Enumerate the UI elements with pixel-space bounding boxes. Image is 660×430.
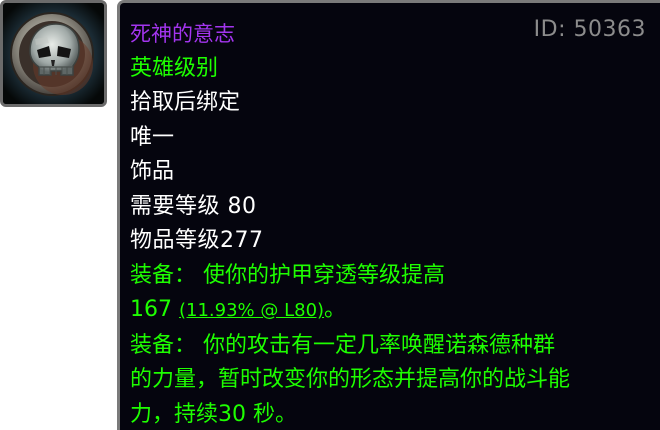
effect-armor-pen-line1: 装备： 使你的护甲穿透等级提高 (130, 262, 445, 288)
item-tooltip: 死神的意志 ID: 50363 英雄级别 拾取后绑定 唯一 饰品 需要等级 80… (117, 0, 660, 430)
item-binding: 拾取后绑定 (130, 90, 241, 115)
tooltip-header: 死神的意志 ID: 50363 (130, 17, 650, 52)
item-required-level: 需要等级 80 (130, 193, 257, 219)
effect-armor-pen-line2: 167 (11.93% @ L80)。 (130, 293, 650, 329)
armor-pen-value: 167 (130, 297, 179, 322)
item-slot: 饰品 (130, 159, 175, 184)
item-level: 物品等级277 (130, 228, 264, 253)
item-quality: 英雄级别 (130, 55, 219, 81)
armor-pen-end: 。 (324, 297, 347, 322)
item-id: ID: 50363 (533, 17, 646, 42)
item-unique: 唯一 (130, 124, 175, 150)
effect-proc-line2: 的力量，暂时改变你的形态并提高你的战斗能 (130, 367, 571, 392)
effect-proc-line3: 力，持续30 秒。 (130, 401, 297, 427)
armor-pen-percent: (11.93% @ L80) (178, 300, 325, 321)
item-icon-frame[interactable] (0, 0, 107, 107)
skull-trinket-icon (3, 3, 104, 104)
effect-proc-line1: 装备： 你的攻击有一定几率唤醒诺森德种群 (130, 332, 555, 358)
